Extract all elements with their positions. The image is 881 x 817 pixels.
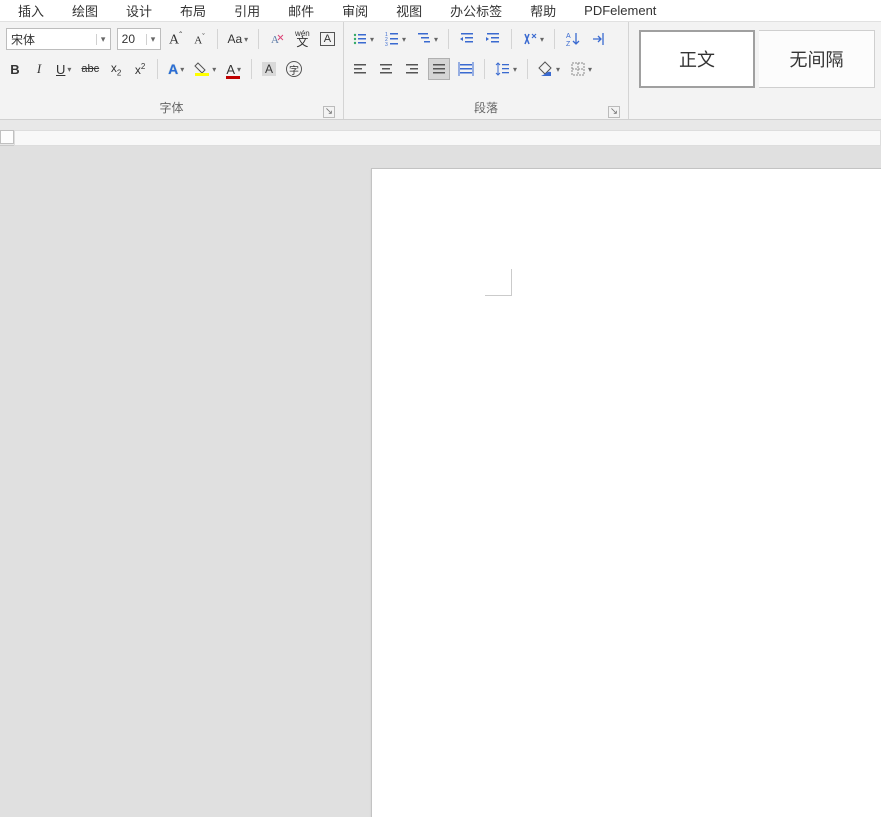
group-font: 宋体 ▾ 20 ▾ Aˆ Aˇ Aa▾ A (0, 22, 344, 119)
menu-bar: 插入 绘图 设计 布局 引用 邮件 审阅 视图 办公标签 帮助 PDFeleme… (0, 0, 881, 22)
menu-help[interactable]: 帮助 (530, 1, 556, 20)
group-font-label: 字体 ↘ (6, 101, 337, 119)
character-shading-button[interactable]: A (260, 58, 278, 80)
menu-view[interactable]: 视图 (396, 1, 422, 20)
svg-text:3: 3 (385, 42, 388, 47)
workspace (0, 120, 881, 817)
align-center-button[interactable] (376, 58, 396, 80)
separator (511, 29, 512, 49)
separator (448, 29, 449, 49)
show-marks-button[interactable] (589, 28, 609, 50)
bullets-button[interactable]: ▾ (350, 28, 376, 50)
align-right-button[interactable] (402, 58, 422, 80)
font-name-value: 宋体 (7, 31, 96, 48)
phonetic-guide-button[interactable]: wén文 (293, 28, 312, 50)
menu-mailings[interactable]: 邮件 (288, 1, 314, 20)
strikethrough-button[interactable]: abc (79, 58, 101, 80)
group-paragraph-label: 段落 ↘ (350, 101, 622, 119)
subscript-button[interactable]: x2 (107, 58, 125, 80)
chevron-down-icon[interactable]: ▾ (96, 34, 110, 45)
separator (258, 29, 259, 49)
menu-pdfelement[interactable]: PDFelement (584, 3, 656, 18)
style-normal-label: 正文 (679, 46, 715, 72)
separator (527, 59, 528, 79)
horizontal-ruler[interactable] (14, 130, 881, 146)
menu-draw[interactable]: 绘图 (72, 1, 98, 20)
font-dialog-launcher[interactable]: ↘ (323, 106, 335, 118)
svg-text:A: A (566, 33, 571, 40)
shading-button[interactable]: ▾ (536, 58, 562, 80)
decrease-indent-button[interactable] (457, 28, 477, 50)
document-page[interactable] (371, 168, 881, 817)
multilevel-list-button[interactable]: ▾ (414, 28, 440, 50)
separator (217, 29, 218, 49)
svg-text:A: A (271, 34, 279, 46)
style-normal[interactable]: 正文 (639, 30, 755, 88)
separator (157, 59, 158, 79)
bold-button[interactable]: B (6, 58, 24, 80)
asian-layout-button[interactable]: ▾ (520, 28, 546, 50)
align-justify-button[interactable] (428, 58, 450, 80)
ruler-area (0, 120, 881, 146)
distributed-button[interactable] (456, 58, 476, 80)
style-no-spacing[interactable]: 无间隔 (759, 30, 875, 88)
character-border-button[interactable]: A (318, 28, 337, 50)
underline-button[interactable]: U▾ (54, 58, 73, 80)
svg-text:Z: Z (566, 41, 571, 47)
tab-selector[interactable] (0, 130, 14, 144)
clear-formatting-button[interactable]: A (267, 28, 287, 50)
italic-button[interactable]: I (30, 58, 48, 80)
paragraph-dialog-launcher[interactable]: ↘ (608, 106, 620, 118)
separator (484, 59, 485, 79)
borders-button[interactable]: ▾ (568, 58, 594, 80)
chevron-down-icon[interactable]: ▾ (146, 34, 160, 45)
font-color-button[interactable]: A ▾ (224, 58, 243, 80)
group-paragraph: ▾ 123▾ ▾ ▾ (344, 22, 629, 119)
group-styles: 正文 无间隔 (629, 22, 881, 119)
font-size-value: 20 (118, 32, 146, 46)
sort-button[interactable]: AZ (563, 28, 583, 50)
menu-design[interactable]: 设计 (126, 1, 152, 20)
text-effects-button[interactable]: A▾ (166, 58, 186, 80)
separator (554, 29, 555, 49)
style-no-spacing-label: 无间隔 (790, 46, 844, 72)
font-size-combo[interactable]: 20 ▾ (117, 28, 161, 50)
menu-references[interactable]: 引用 (234, 1, 260, 20)
menu-officetab[interactable]: 办公标签 (450, 1, 502, 20)
increase-indent-button[interactable] (483, 28, 503, 50)
menu-review[interactable]: 审阅 (342, 1, 368, 20)
separator (251, 59, 252, 79)
font-name-combo[interactable]: 宋体 ▾ (6, 28, 111, 50)
margin-corner-marker (485, 269, 512, 296)
grow-font-button[interactable]: Aˆ (167, 28, 185, 50)
superscript-button[interactable]: x2 (131, 58, 149, 80)
align-left-button[interactable] (350, 58, 370, 80)
menu-insert[interactable]: 插入 (18, 1, 44, 20)
highlight-color-button[interactable]: ▾ (192, 58, 218, 80)
numbering-button[interactable]: 123▾ (382, 28, 408, 50)
ribbon: 宋体 ▾ 20 ▾ Aˆ Aˇ Aa▾ A (0, 22, 881, 120)
line-spacing-button[interactable]: ▾ (493, 58, 519, 80)
shrink-font-button[interactable]: Aˇ (191, 28, 209, 50)
menu-layout[interactable]: 布局 (180, 1, 206, 20)
enclose-characters-button[interactable]: 字 (284, 58, 304, 80)
change-case-button[interactable]: Aa▾ (226, 28, 251, 50)
